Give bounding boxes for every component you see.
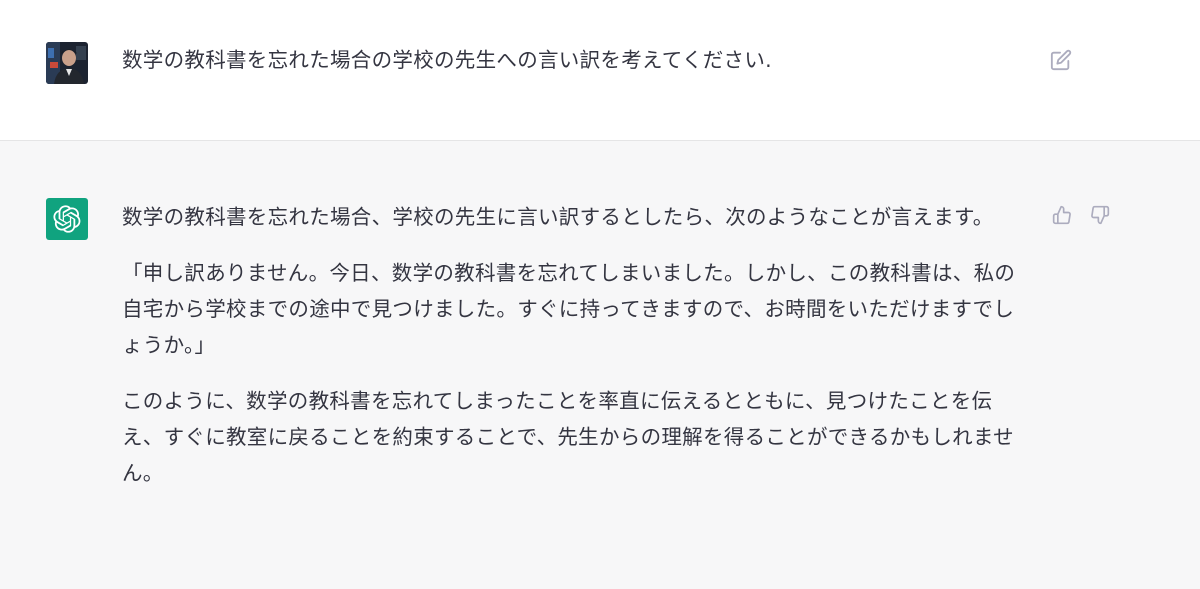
- assistant-paragraph-3: このように、数学の教科書を忘れてしまったことを率直に伝えるとともに、見つけたこと…: [122, 389, 1014, 485]
- edit-message-button[interactable]: [1049, 48, 1073, 72]
- user-avatar: [46, 42, 88, 84]
- thumbs-up-icon: [1052, 205, 1071, 225]
- user-photo-avatar-icon: [46, 42, 88, 84]
- user-message-text: 数学の教科書を忘れた場合の学校の先生への言い訳を考えてください.: [122, 42, 1022, 78]
- chat-thread: 数学の教科書を忘れた場合の学校の先生への言い訳を考えてください. 数学の教科書を…: [0, 0, 1200, 589]
- assistant-message-text: 数学の教科書を忘れた場合、学校の先生に言い訳するとしたら、次のようなことが言えま…: [122, 199, 1022, 491]
- assistant-paragraph-1: 数学の教科書を忘れた場合、学校の先生に言い訳するとしたら、次のようなことが言えま…: [122, 205, 994, 229]
- thumbs-up-button[interactable]: [1050, 203, 1074, 227]
- assistant-paragraph-2: 「申し訳ありません。今日、数学の教科書を忘れてしまいました。しかし、この教科書は…: [122, 261, 1016, 357]
- openai-logo-icon: [53, 205, 81, 233]
- user-message-row: 数学の教科書を忘れた場合の学校の先生への言い訳を考えてください.: [0, 0, 1200, 141]
- edit-icon: [1050, 49, 1072, 71]
- thumbs-down-icon: [1091, 205, 1110, 225]
- assistant-message-row: 数学の教科書を忘れた場合、学校の先生に言い訳するとしたら、次のようなことが言えま…: [0, 141, 1200, 589]
- user-message-paragraph: 数学の教科書を忘れた場合の学校の先生への言い訳を考えてください.: [122, 48, 772, 72]
- thumbs-down-button[interactable]: [1088, 203, 1112, 227]
- assistant-avatar: [46, 198, 88, 240]
